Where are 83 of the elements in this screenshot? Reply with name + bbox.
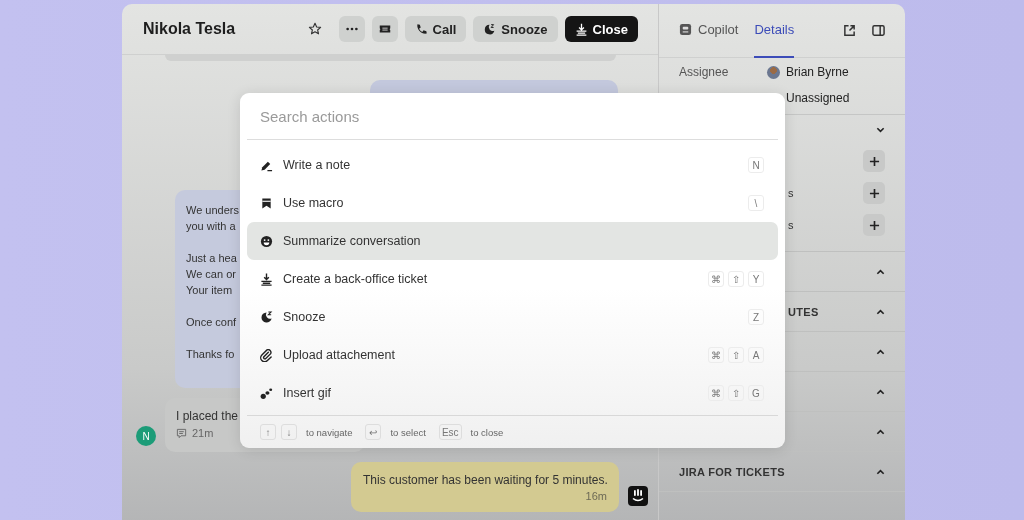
add-button[interactable] [863,182,885,204]
close-button[interactable]: Close [564,16,638,42]
moon-icon [483,22,497,36]
message-text: Thanks fo [186,347,235,362]
hint-text: to select [390,426,426,438]
chevron-icon[interactable] [876,348,885,355]
chevron-icon[interactable] [876,388,885,395]
action-item[interactable]: Create a back-office ticket ⌘ ⇧ Y [247,260,778,298]
action-item[interactable]: Upload attachement ⌘ ⇧ A [247,336,778,374]
message-text: We unders [186,203,239,218]
shortcut-key: ↩ [365,424,382,440]
field-label: Assignee [679,65,730,79]
hint-text: to navigate [306,426,353,438]
assignee-value[interactable]: Brian Byrne [786,65,849,79]
action-item[interactable]: Snooze Z [247,298,778,336]
message-text: Just a hea [186,251,237,266]
chat-icon [176,427,187,439]
section-label: UTES [788,305,819,318]
sidebar-toggle-icon[interactable] [872,24,885,37]
shortcut-key: ⇧ [728,347,744,363]
shortcut-key: Y [748,271,764,287]
ticket-button[interactable] [371,16,398,42]
paperclip-icon [260,348,273,362]
chevron-icon[interactable] [876,468,885,475]
add-button[interactable] [863,150,885,172]
search-field[interactable]: Search actions [247,93,778,140]
download-icon [574,22,588,36]
panel-tab[interactable]: Copilot [679,4,739,58]
add-button[interactable] [863,214,885,236]
shortcut-key: A [748,347,764,363]
gif-icon [260,386,273,400]
panel-tab[interactable]: Details [754,4,795,58]
plus-icon [868,155,880,167]
moon-icon [260,310,273,324]
shortcut-key: Z [748,309,764,325]
shortcut-key: \ [748,195,764,211]
shortcut-key: ↓ [281,424,297,440]
note-text: This customer has been waiting for 5 minutes. [363,473,608,487]
chevron-icon[interactable] [876,127,885,133]
action-item[interactable]: Insert gif ⌘ ⇧ G [247,374,778,412]
avatar [767,65,780,79]
snooze-button[interactable]: Snooze [473,16,558,42]
plus-icon [868,219,880,231]
contact-name: Nikola Tesla [143,20,236,38]
shortcut-key: ↑ [260,424,276,440]
section-label: JIRA FOR TICKETS [679,465,785,478]
message-text: We can or [186,267,236,282]
action-item[interactable]: Write a note N [247,146,778,184]
section-label: s [788,187,794,199]
message-text: Once conf [186,315,237,330]
copilot-icon [679,23,692,36]
smiley-icon [260,234,273,248]
chevron-icon[interactable] [876,308,885,315]
message-text: I placed the [176,409,239,423]
shortcut-key: ⌘ [708,385,724,401]
more-button[interactable] [338,16,365,42]
plus-icon [868,187,880,199]
download-icon [260,272,273,286]
section-label: s [788,219,794,231]
shortcut-key: N [748,157,764,173]
message-text: you with a [186,219,236,234]
chevron-icon[interactable] [876,268,885,275]
external-link-icon[interactable] [843,24,856,37]
star-icon [307,22,322,36]
customer-avatar: N [136,426,156,446]
chevron-icon[interactable] [876,428,885,435]
phone-icon [414,22,428,36]
hint-text: to close [470,426,504,438]
shortcut-key: ⇧ [728,271,744,287]
action-item[interactable]: Summarize conversation [247,222,778,260]
shortcut-key: ⌘ [708,271,724,287]
call-button[interactable]: Call [404,16,467,42]
message-time: 21m [192,427,214,439]
shortcut-key: G [748,385,764,401]
shortcut-key: ⌘ [708,347,724,363]
team-value[interactable]: Unassigned [786,91,850,105]
shortcut-key: ⇧ [728,385,744,401]
message-text: Your item [186,283,233,298]
shortcut-key: Esc [438,424,462,440]
bot-icon [628,486,648,506]
message-time: 16m [585,490,607,502]
action-item[interactable]: Use macro \ [247,184,778,222]
bookmark-icon [260,196,273,210]
